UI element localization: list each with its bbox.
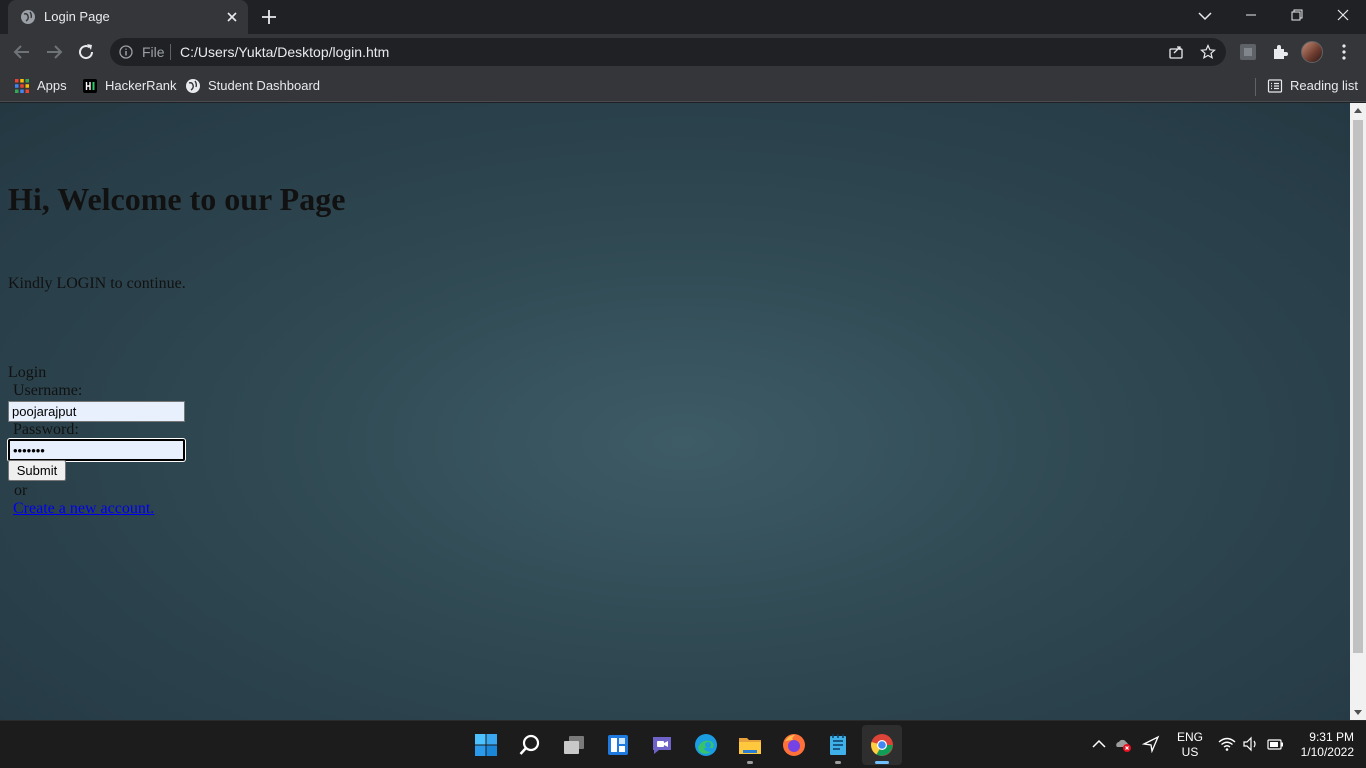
vertical-scrollbar[interactable]: [1350, 103, 1366, 720]
globe-icon: [21, 10, 35, 24]
bookmark-hackerrank[interactable]: HackerRank: [82, 77, 177, 95]
bookmarks-bar: Apps HackerRank Student Dashboard Readin…: [0, 70, 1366, 102]
bookmark-apps[interactable]: Apps: [14, 77, 74, 95]
minimize-button[interactable]: [1228, 0, 1274, 32]
notepad-icon: [830, 734, 846, 755]
close-icon: [1337, 9, 1349, 21]
onedrive-error-icon[interactable]: [1114, 735, 1132, 753]
page-heading: Hi, Welcome to our Page: [8, 181, 346, 217]
teams-chat-icon: [653, 737, 671, 754]
forward-arrow-icon[interactable]: [42, 40, 66, 64]
firefox-button[interactable]: [774, 725, 814, 765]
system-clock[interactable]: 9:31 PM 1/10/2022: [1290, 730, 1354, 760]
scroll-up-arrow-icon[interactable]: [1354, 107, 1362, 113]
tab-login-page[interactable]: Login Page: [8, 0, 248, 34]
reading-list-label: Reading list: [1290, 78, 1358, 93]
running-indicator: [835, 761, 841, 764]
region-code: US: [1181, 745, 1199, 759]
or-text: or: [14, 482, 28, 499]
browser-toolbar: File C:/Users/Yukta/Desktop/login.htm: [0, 34, 1366, 70]
windows-taskbar: ENG US 9:31 PM 1/10/2022: [0, 720, 1366, 768]
edge-icon: [695, 734, 717, 756]
reading-list-button[interactable]: Reading list: [1267, 77, 1359, 95]
search-icon: [519, 734, 540, 755]
password-label: Password:: [13, 421, 79, 438]
username-field[interactable]: [8, 401, 185, 422]
language-code: ENG: [1176, 730, 1203, 744]
profile-avatar[interactable]: [1301, 41, 1323, 63]
share-icon[interactable]: [1168, 44, 1184, 60]
volume-icon[interactable]: [1242, 735, 1260, 753]
wifi-icon[interactable]: [1218, 735, 1236, 753]
language-indicator[interactable]: ENG US: [1176, 730, 1204, 760]
location-arrow-icon[interactable]: [1142, 735, 1160, 753]
widgets-icon: [608, 735, 628, 755]
bookmark-label: Student Dashboard: [208, 78, 321, 93]
task-view-icon: [564, 736, 584, 754]
minimize-icon: [1246, 14, 1256, 16]
page-viewport: Hi, Welcome to our Page Kindly LOGIN to …: [0, 103, 1366, 720]
scroll-down-arrow-icon[interactable]: [1354, 710, 1362, 716]
chrome-button[interactable]: [862, 725, 902, 765]
clock-time: 9:31 PM: [1309, 730, 1354, 744]
bookmarks-divider: [1255, 78, 1256, 96]
widgets-button[interactable]: [598, 725, 638, 765]
hackerrank-icon: [83, 79, 97, 93]
notepad-button[interactable]: [818, 725, 858, 765]
firefox-icon: [783, 734, 805, 756]
globe-icon: [186, 79, 200, 93]
back-arrow-icon[interactable]: [10, 40, 34, 64]
password-field[interactable]: [8, 439, 185, 461]
clock-date: 1/10/2022: [1300, 745, 1354, 759]
taskbar-search-button[interactable]: [510, 725, 550, 765]
tab-close-icon[interactable]: [224, 9, 240, 25]
submit-button[interactable]: Submit: [8, 460, 66, 481]
url-divider: [170, 44, 171, 60]
chrome-menu-icon[interactable]: [1334, 42, 1354, 62]
reading-list-icon: [1267, 79, 1283, 93]
edge-button[interactable]: [686, 725, 726, 765]
address-bar[interactable]: File C:/Users/Yukta/Desktop/login.htm: [110, 38, 1226, 66]
reload-icon[interactable]: [74, 40, 98, 64]
file-explorer-button[interactable]: [730, 725, 770, 765]
teams-chat-button[interactable]: [642, 725, 682, 765]
restore-button[interactable]: [1274, 0, 1320, 32]
start-button[interactable]: [466, 725, 506, 765]
extensions-puzzle-icon[interactable]: [1270, 42, 1290, 62]
info-icon[interactable]: [119, 45, 133, 59]
running-indicator: [747, 761, 753, 764]
chrome-icon: [871, 734, 893, 756]
apps-grid-icon: [15, 79, 29, 93]
extension-square-icon[interactable]: [1238, 42, 1258, 62]
new-tab-icon[interactable]: [259, 7, 279, 27]
restore-icon: [1291, 9, 1303, 21]
tab-title: Login Page: [44, 9, 110, 24]
folder-icon: [739, 738, 761, 754]
username-label: Username:: [13, 382, 83, 399]
url-scheme-label: File: [142, 44, 165, 60]
bookmark-star-icon[interactable]: [1200, 44, 1216, 60]
page-subtitle: Kindly LOGIN to continue.: [8, 275, 186, 292]
bookmark-label: Apps: [37, 78, 67, 93]
close-window-button[interactable]: [1320, 0, 1366, 32]
show-hidden-icons-chevron-icon[interactable]: [1090, 735, 1108, 753]
windows-logo-icon: [475, 734, 497, 756]
bookmark-label: HackerRank: [105, 78, 177, 93]
scrollbar-thumb[interactable]: [1353, 120, 1363, 653]
tab-strip: Login Page: [0, 0, 1366, 34]
battery-icon[interactable]: [1266, 735, 1284, 753]
tab-search-chevron-icon[interactable]: [1196, 7, 1214, 25]
url-text[interactable]: C:/Users/Yukta/Desktop/login.htm: [180, 44, 389, 60]
form-title: Login: [8, 364, 47, 381]
create-account-link[interactable]: Create a new account.: [13, 500, 154, 518]
active-indicator: [875, 761, 889, 764]
task-view-button[interactable]: [554, 725, 594, 765]
bookmark-student-dashboard[interactable]: Student Dashboard: [185, 77, 320, 95]
